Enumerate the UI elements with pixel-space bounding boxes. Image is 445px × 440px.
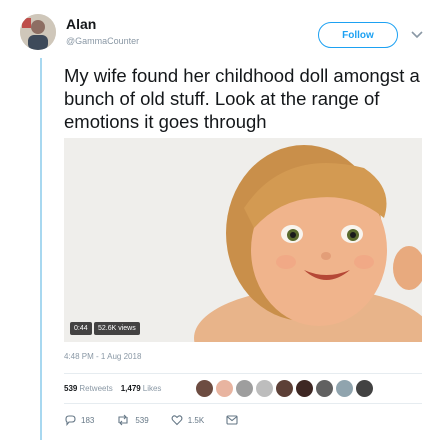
video-views-badge: 52.6K views — [94, 322, 140, 335]
liker-avatar[interactable] — [336, 379, 353, 397]
follow-button[interactable]: Follow — [318, 22, 398, 48]
heart-icon — [171, 415, 183, 426]
liker-avatar[interactable] — [216, 379, 233, 397]
reply-icon — [65, 415, 76, 426]
retweets-count[interactable]: 539 — [64, 384, 77, 393]
chevron-down-icon[interactable] — [408, 26, 426, 44]
liker-avatar[interactable] — [316, 379, 333, 397]
divider — [64, 373, 422, 374]
liker-avatar[interactable] — [296, 379, 313, 397]
tweet-timestamp[interactable]: 4:48 PM - 1 Aug 2018 — [64, 352, 141, 361]
like-count: 1.5K — [187, 415, 205, 425]
liker-avatar[interactable] — [356, 379, 373, 397]
tweet-actions: 183 539 1.5K — [64, 414, 265, 426]
doll-video-frame — [64, 138, 422, 342]
likes-label[interactable]: Likes — [143, 384, 162, 393]
retweet-button[interactable]: 539 — [116, 414, 149, 426]
tweet-text: My wife found her childhood doll amongst… — [64, 65, 420, 132]
likes-count[interactable]: 1,479 — [121, 384, 141, 393]
liker-avatars — [196, 379, 376, 397]
like-button[interactable]: 1.5K — [171, 414, 204, 426]
reply-count: 183 — [81, 415, 95, 425]
reply-button[interactable]: 183 — [64, 414, 94, 426]
thread-line — [40, 58, 42, 440]
liker-avatar[interactable] — [256, 379, 273, 397]
retweets-label[interactable]: Retweets — [79, 384, 112, 393]
liker-avatar[interactable] — [196, 379, 213, 397]
divider — [64, 403, 422, 404]
user-handle[interactable]: @GammaCounter — [66, 36, 139, 46]
avatar[interactable] — [20, 14, 56, 50]
video-player[interactable] — [64, 138, 422, 342]
user-name[interactable]: Alan — [66, 16, 96, 32]
retweet-count: 539 — [135, 415, 149, 425]
video-duration-badge: 0:44 — [70, 322, 92, 335]
message-button[interactable] — [226, 415, 243, 425]
engagement-stats: 539 Retweets 1,479 Likes — [64, 384, 161, 393]
liker-avatar[interactable] — [276, 379, 293, 397]
liker-avatar[interactable] — [236, 379, 253, 397]
retweet-icon — [118, 414, 128, 426]
envelope-icon — [226, 415, 238, 425]
